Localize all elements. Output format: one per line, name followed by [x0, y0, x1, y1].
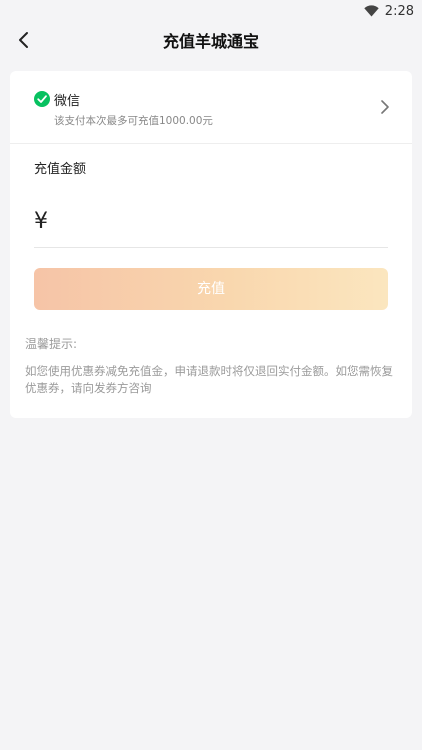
amount-underline	[34, 247, 388, 248]
nav-bar: 充值羊城通宝	[0, 22, 422, 62]
currency-symbol: ¥	[34, 209, 48, 234]
page-title: 充值羊城通宝	[162, 32, 259, 51]
status-bar: 2:28	[0, 0, 422, 22]
payment-method-name: 微信	[54, 94, 81, 109]
recharge-card: 微信 该支付本次最多可充值1000.00元 充值金额 ¥ 充值 温馨提示: 如您…	[10, 71, 412, 418]
payment-limit-text: 该支付本次最多可充值1000.00元	[54, 115, 213, 127]
status-indicators: 2:28	[364, 3, 414, 19]
recharge-button[interactable]: 充值	[34, 268, 388, 310]
status-time: 2:28	[384, 3, 414, 19]
tips-title: 温馨提示:	[25, 337, 78, 351]
chevron-right-icon	[380, 99, 390, 115]
wifi-icon	[364, 5, 379, 17]
amount-input[interactable]	[60, 207, 384, 243]
tips-text: 如您使用优惠券减免充值金，申请退款时将仅退回实付金额。如您需恢复优惠券，请向发券…	[25, 364, 393, 395]
payment-method-selector[interactable]: 微信 该支付本次最多可充值1000.00元	[10, 71, 412, 143]
wechat-pay-icon	[34, 91, 50, 107]
amount-label: 充值金额	[34, 162, 87, 177]
divider	[10, 143, 412, 144]
